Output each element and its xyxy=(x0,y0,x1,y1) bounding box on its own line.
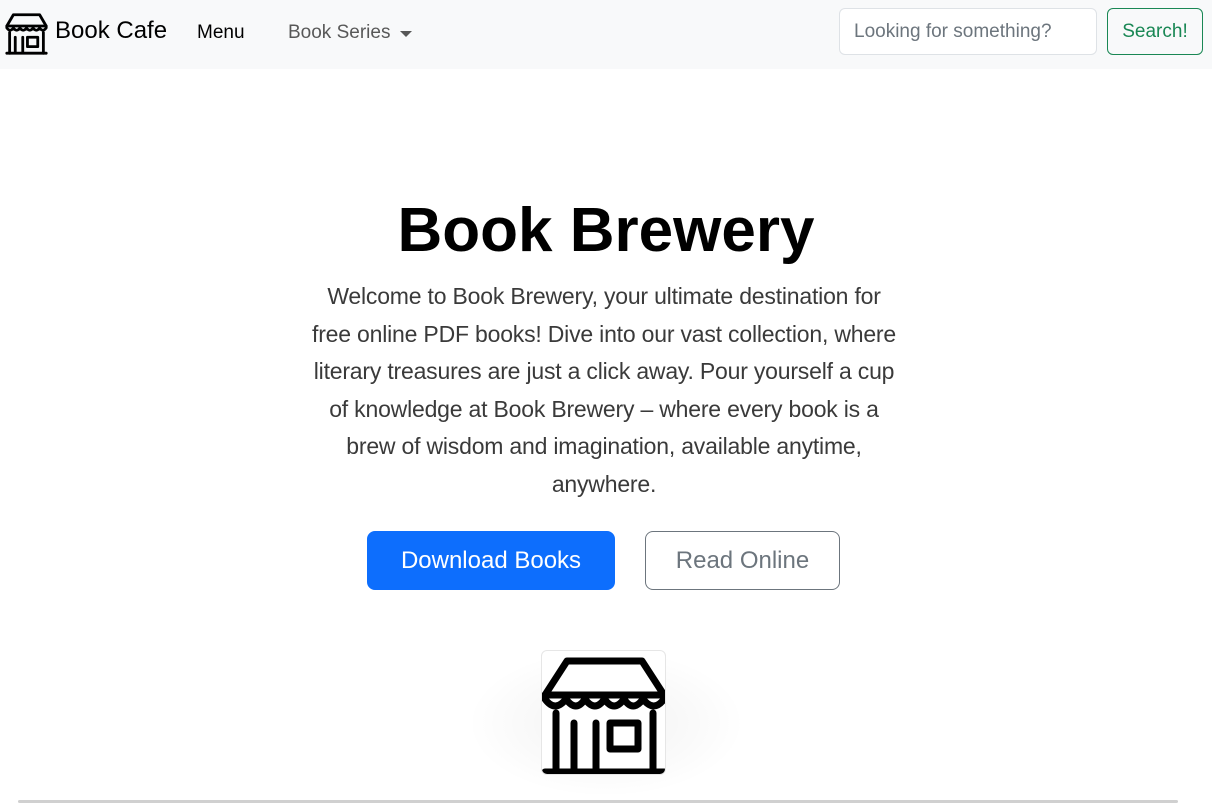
book-series-dropdown[interactable]: Book Series xyxy=(288,22,413,44)
storefront-icon xyxy=(4,11,49,56)
page-title: Book Brewery xyxy=(397,196,815,265)
book-series-label: Book Series xyxy=(288,22,391,43)
feature-image xyxy=(541,650,666,775)
brand-name: Book Cafe xyxy=(55,16,168,44)
brand-link[interactable]: Book Cafe xyxy=(4,11,167,56)
search-button[interactable]: Search! xyxy=(1107,8,1203,55)
download-books-button[interactable]: Download Books xyxy=(367,531,615,590)
nav-menu-link[interactable]: Menu xyxy=(197,22,245,44)
storefront-icon xyxy=(542,651,665,774)
caret-down-icon xyxy=(400,31,413,37)
search-input[interactable] xyxy=(839,8,1097,55)
read-online-button[interactable]: Read Online xyxy=(645,531,840,590)
navbar: Book Cafe Menu Book Series Search! xyxy=(0,0,1212,69)
hero-description: Welcome to Book Brewery, your ultimate d… xyxy=(312,283,896,497)
